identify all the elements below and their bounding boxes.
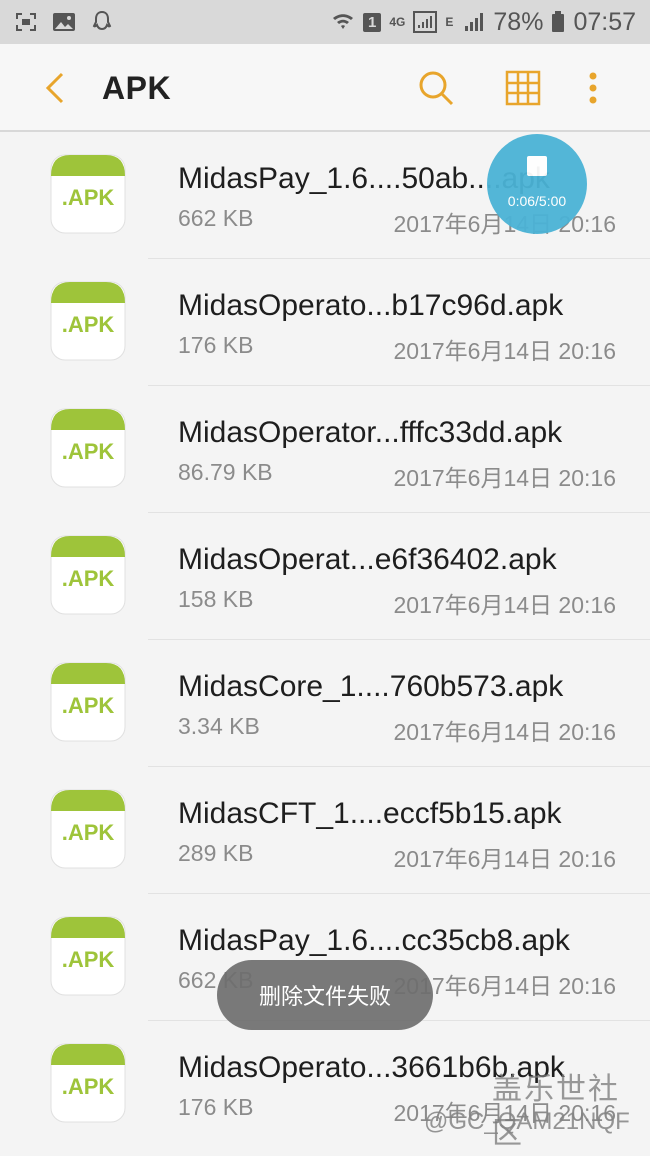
screen-record-bubble[interactable]: 0:06/5:00: [487, 134, 587, 234]
app-bar: APK: [0, 44, 650, 132]
file-size: 662 KB: [178, 205, 254, 231]
apk-label: .APK: [62, 439, 115, 464]
more-icon[interactable]: [584, 68, 602, 108]
file-size: 176 KB: [178, 1094, 254, 1120]
file-date: 2017年6月14日 20:16: [393, 719, 617, 745]
apk-file-icon: .APK: [50, 535, 126, 615]
file-name: MidasOperato...b17c96d.apk: [178, 289, 564, 322]
file-date: 2017年6月14日 20:16: [393, 846, 617, 872]
search-icon[interactable]: [416, 68, 456, 108]
file-size: 3.34 KB: [178, 713, 260, 739]
file-name: MidasCFT_1....eccf5b15.apk: [178, 797, 562, 830]
apk-label: .APK: [62, 693, 115, 718]
apk-file-icon: .APK: [50, 1043, 126, 1123]
clock: 07:57: [573, 7, 636, 36]
toast-text: 删除文件失败: [258, 984, 391, 1009]
stop-icon[interactable]: [527, 156, 547, 176]
qq-icon: [92, 11, 112, 31]
status-bar: 1 4G E 78% 07:57: [0, 0, 650, 44]
file-name: MidasPay_1.6....cc35cb8.apk: [178, 924, 570, 957]
sim-badge: 1: [363, 12, 382, 32]
battery-icon: [552, 11, 565, 32]
file-row[interactable]: .APK MidasOperat...e6f36402.apk 158 KB 2…: [0, 513, 650, 640]
file-name: MidasCore_1....760b573.apk: [178, 670, 564, 703]
wifi-icon: [333, 14, 354, 29]
apk-file-icon: .APK: [50, 281, 126, 361]
file-size: 289 KB: [178, 840, 254, 866]
gallery-icon: [53, 13, 75, 31]
apk-label: .APK: [62, 566, 115, 591]
watermark-handle: @GC_QAM21NQF: [424, 1108, 630, 1135]
file-name: MidasOperator...fffc33dd.apk: [178, 416, 563, 449]
apk-file-icon: .APK: [50, 154, 126, 234]
back-icon[interactable]: [36, 68, 76, 108]
record-timer: 0:06/5:00: [507, 193, 567, 209]
file-date: 2017年6月14日 20:16: [393, 592, 617, 618]
grid-view-icon[interactable]: [505, 70, 541, 106]
file-row[interactable]: .APK MidasOperato...b17c96d.apk 176 KB 2…: [0, 259, 650, 386]
apk-file-icon: .APK: [50, 408, 126, 488]
file-size: 158 KB: [178, 586, 254, 612]
file-row[interactable]: .APK MidasCFT_1....eccf5b15.apk 289 KB 2…: [0, 767, 650, 894]
file-size: 86.79 KB: [178, 459, 273, 485]
file-name: MidasOperat...e6f36402.apk: [178, 543, 557, 576]
apk-label: .APK: [62, 820, 115, 845]
apk-label: .APK: [62, 312, 115, 337]
file-size: 176 KB: [178, 332, 254, 358]
file-row[interactable]: .APK MidasCore_1....760b573.apk 3.34 KB …: [0, 640, 650, 767]
screenshot-icon: [16, 13, 36, 31]
signal-icon-2: [465, 13, 484, 31]
battery-percent: 78%: [493, 7, 544, 36]
network-type-label-2: E: [445, 15, 454, 29]
file-row[interactable]: .APK MidasOperator...fffc33dd.apk 86.79 …: [0, 386, 650, 513]
apk-label: .APK: [62, 947, 115, 972]
signal-icon: [413, 11, 438, 33]
apk-label: .APK: [62, 1074, 115, 1099]
file-date: 2017年6月14日 20:16: [393, 338, 617, 364]
apk-file-icon: .APK: [50, 789, 126, 869]
apk-file-icon: .APK: [50, 662, 126, 742]
network-type-label: 4G: [389, 15, 406, 29]
apk-label: .APK: [62, 185, 115, 210]
file-date: 2017年6月14日 20:16: [393, 465, 617, 491]
apk-file-icon: .APK: [50, 916, 126, 996]
page-title: APK: [102, 70, 172, 106]
toast-message: 删除文件失败: [217, 960, 433, 1030]
